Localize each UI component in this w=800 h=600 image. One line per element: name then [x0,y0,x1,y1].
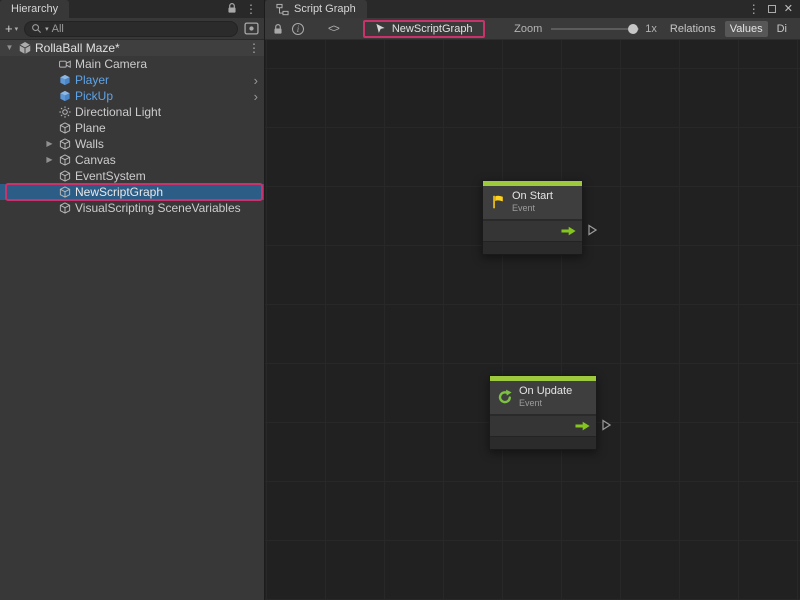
hierarchy-item-main-camera[interactable]: Main Camera [0,56,264,72]
foldout-closed-icon[interactable]: ▶ [44,140,55,148]
item-label: Main Camera [75,57,147,71]
graph-tabstrip: Script Graph ⋮ ✕ [265,0,800,18]
hierarchy-item-eventsystem[interactable]: EventSystem [0,168,264,184]
caret-down-icon: ▾ [15,25,19,33]
hierarchy-tree: Main Camera Player › PickUp › Directional Lig… [0,56,264,216]
foldout-open-icon[interactable]: ▼ [4,44,15,52]
light-icon [58,105,72,119]
item-label: Player [75,73,109,87]
cube-icon [58,185,72,199]
node-on-update[interactable]: On Update Event [489,375,597,450]
prefab-icon [58,89,72,103]
graph-toolbar: i <> NewScriptGraph Zoom 1x Relations Va… [265,18,800,40]
hierarchy-tab-label: Hierarchy [11,3,58,15]
scene-header[interactable]: ▼ RollaBall Maze* ⋮ [0,40,264,56]
item-label: EventSystem [75,169,146,183]
hierarchy-toolbar: +▾ ▾ All [0,18,264,40]
zoom-label: Zoom [514,23,542,35]
external-port-triangle-icon[interactable] [588,224,597,236]
hierarchy-item-visualscripting-scenevariables[interactable]: VisualScripting SceneVariables [0,200,264,216]
hierarchy-item-player[interactable]: Player › [0,72,264,88]
hierarchy-panel: Hierarchy ⋮ +▾ ▾ All [0,0,265,600]
kebab-menu-icon[interactable]: ⋮ [245,3,257,15]
node-header: On Update Event [490,381,596,414]
maximize-icon[interactable] [768,5,776,13]
kebab-menu-icon[interactable]: ⋮ [748,3,760,15]
item-label: VisualScripting SceneVariables [75,201,241,215]
dim-toggle[interactable]: Di [772,21,792,37]
node-footer [483,241,582,254]
hierarchy-item-directional-light[interactable]: Directional Light [0,104,264,120]
cube-icon [58,137,72,151]
node-port-row [483,219,582,241]
cube-icon [58,169,72,183]
cube-icon [58,153,72,167]
node-port-row [490,414,596,436]
script-graph-asset-icon [375,23,386,34]
item-label: Plane [75,121,106,135]
hierarchy-item-canvas[interactable]: ▶ Canvas [0,152,264,168]
node-header: On Start Event [483,186,582,219]
lock-icon[interactable] [227,2,237,17]
search-filter-caret-icon[interactable]: ▾ [45,25,49,33]
hierarchy-item-plane[interactable]: Plane [0,120,264,136]
node-on-start[interactable]: On Start Event [482,180,583,255]
zoom-slider[interactable] [551,28,639,30]
node-subtitle: Event [512,203,553,214]
tab-hierarchy[interactable]: Hierarchy [0,0,69,18]
search-input[interactable]: ▾ All [24,21,238,37]
search-icon [31,23,42,34]
search-window-icon[interactable] [244,22,259,35]
hierarchy-tab-controls: ⋮ [220,0,264,18]
tab-script-graph[interactable]: Script Graph [265,0,367,18]
hierarchy-item-newscriptgraph[interactable]: NewScriptGraph [0,184,264,200]
graph-asset-name: NewScriptGraph [392,23,473,35]
values-toggle[interactable]: Values [725,21,768,37]
close-icon[interactable]: ✕ [784,4,793,15]
graph-canvas[interactable]: On Start Event [265,40,800,600]
unity-editor-window: Hierarchy ⋮ +▾ ▾ All [0,0,800,600]
item-label: Directional Light [75,105,161,119]
node-title: On Update [519,385,572,398]
flag-icon [490,194,506,210]
scene-kebab-icon[interactable]: ⋮ [248,42,260,54]
cube-icon [58,201,72,215]
zoom-value: 1x [645,23,657,35]
hierarchy-item-pickup[interactable]: PickUp › [0,88,264,104]
loop-icon [497,389,513,405]
control-output-arrow-icon[interactable] [575,421,590,431]
item-label: NewScriptGraph [75,185,163,199]
graph-tab-label: Script Graph [294,3,356,15]
foldout-closed-icon[interactable]: ▶ [44,156,55,164]
search-value: All [52,23,64,35]
item-label: Walls [75,137,104,151]
graph-tab-icon [276,3,289,16]
cube-icon [58,121,72,135]
external-port-triangle-icon[interactable] [602,419,611,431]
prefab-chevron-icon[interactable]: › [254,74,258,87]
create-object-button[interactable]: +▾ [5,21,18,36]
node-footer [490,436,596,449]
item-label: PickUp [75,89,113,103]
hierarchy-tabstrip: Hierarchy ⋮ [0,0,264,18]
prefab-icon [58,73,72,87]
relations-toggle[interactable]: Relations [665,21,721,37]
code-icon[interactable]: <> [328,23,339,35]
plus-icon: + [5,21,13,36]
script-graph-panel: Script Graph ⋮ ✕ i <> NewScriptGraph Zoo… [265,0,800,600]
node-subtitle: Event [519,398,572,409]
hierarchy-item-walls[interactable]: ▶ Walls [0,136,264,152]
item-label: Canvas [75,153,116,167]
info-icon[interactable]: i [292,23,304,35]
node-title: On Start [512,190,553,203]
camera-icon [58,57,72,71]
zoom-slider-knob[interactable] [628,24,638,34]
scene-name: RollaBall Maze* [35,41,120,55]
window-controls: ⋮ ✕ [741,0,800,18]
lock-icon[interactable] [273,23,283,35]
control-output-arrow-icon[interactable] [561,226,576,236]
graph-asset-breadcrumb[interactable]: NewScriptGraph [363,20,485,38]
prefab-chevron-icon[interactable]: › [254,90,258,103]
unity-scene-icon [18,41,32,55]
